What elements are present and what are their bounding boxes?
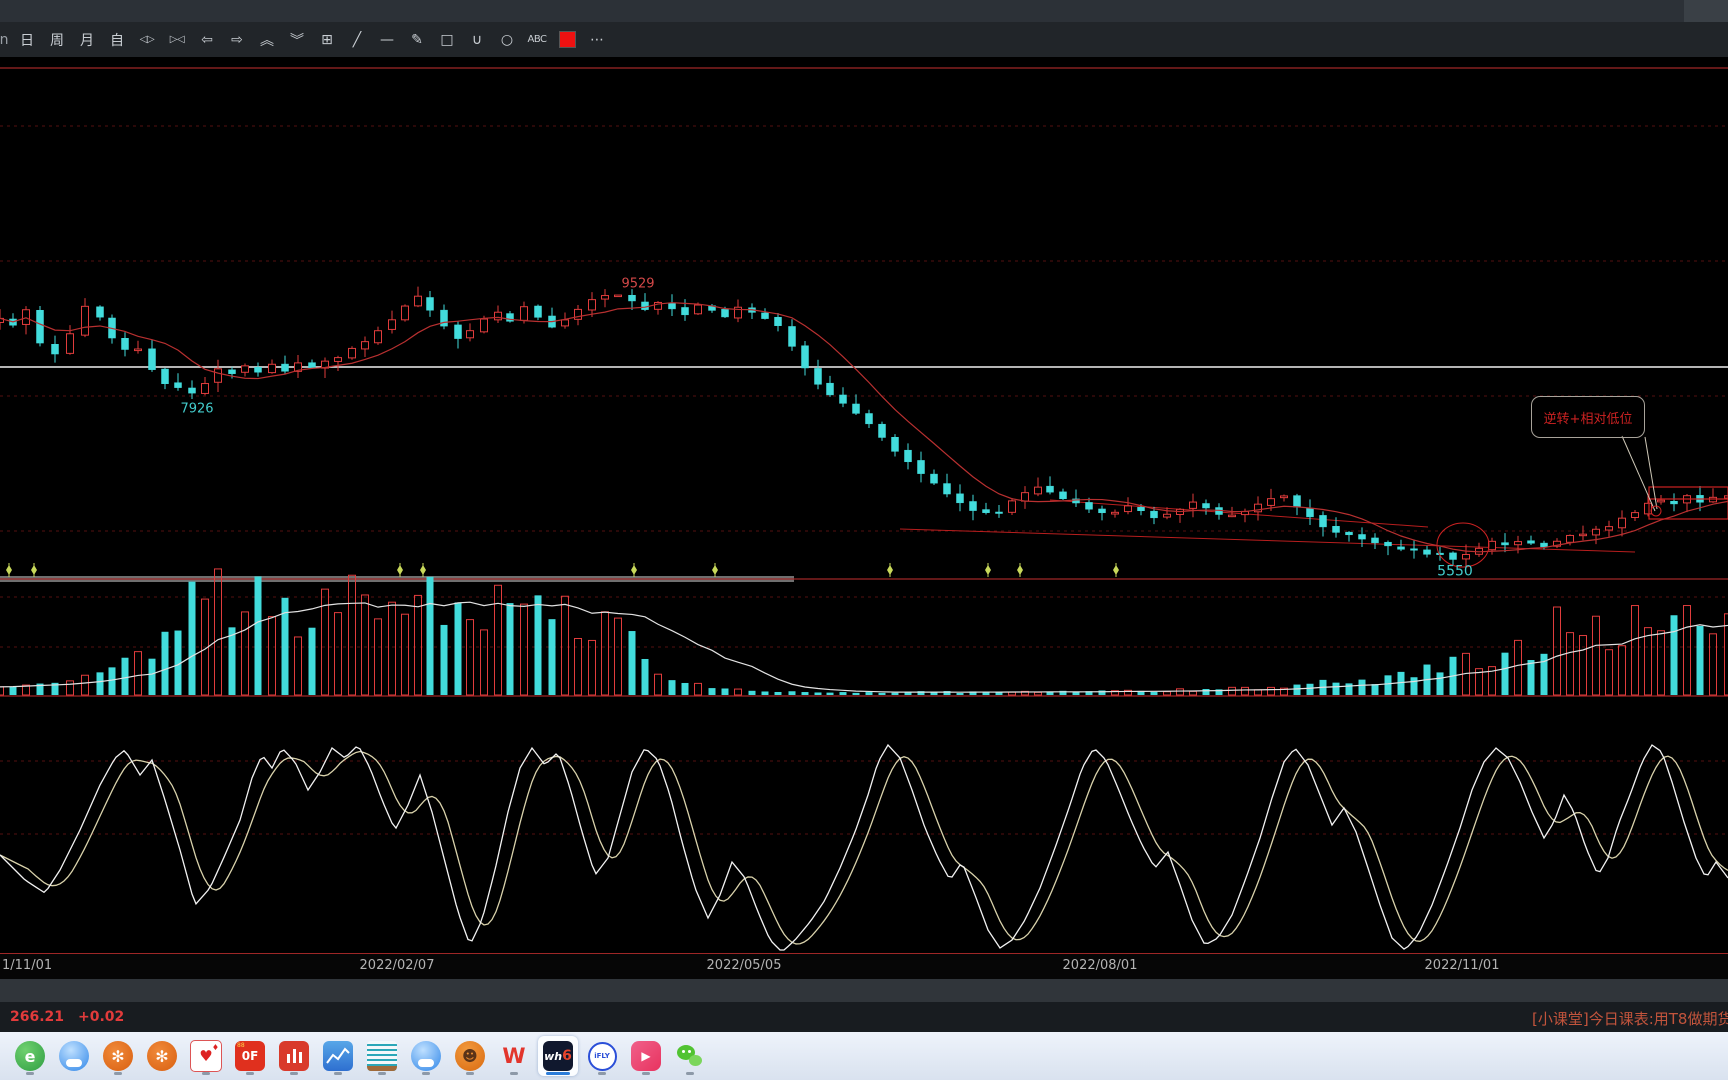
running-indicator — [378, 1072, 386, 1075]
date-label: 1/11/01 — [2, 958, 52, 973]
toolbar-text-tool[interactable]: ABC — [524, 27, 550, 53]
taskbar-video-app-button[interactable]: ▶ — [626, 1036, 666, 1076]
toolbar-more-tools[interactable]: ⋯ — [584, 27, 610, 53]
stock-of-icon: 0F88 — [235, 1041, 265, 1071]
price-label-trough-left: 7926 — [180, 403, 213, 416]
toolbar-expand-bars[interactable]: ▷◁ — [164, 27, 190, 53]
video-app-icon: ▶ — [631, 1041, 661, 1071]
taskbar-ifly-input-button[interactable]: iFLY — [582, 1036, 622, 1076]
toolbar-pan-right[interactable]: ⇨ — [224, 27, 250, 53]
taskbar-wps-button[interactable]: W — [494, 1036, 534, 1076]
price-label-peak: 9529 — [621, 278, 654, 291]
toolbar-partial-icon: n — [0, 27, 8, 53]
taskbar-stock-kline-button[interactable] — [274, 1036, 314, 1076]
running-indicator — [422, 1072, 430, 1075]
toolbar-color-swatch[interactable] — [554, 27, 580, 53]
running-indicator — [466, 1072, 474, 1075]
running-indicator — [546, 1072, 570, 1075]
windows-taskbar: e ✻ ✻ ♥♦ 0F88 ☻ Wwh6 iFLY ▶ — [0, 1032, 1728, 1080]
titlebar-highlight — [1684, 0, 1728, 22]
wps-icon: W — [499, 1041, 529, 1071]
date-label: 2022/08/01 — [1063, 958, 1138, 973]
running-indicator — [246, 1072, 254, 1075]
date-label: 2022/02/07 — [360, 958, 435, 973]
browser-blue-icon — [59, 1041, 89, 1071]
toolbar-compress-bars[interactable]: ◁▷ — [134, 27, 160, 53]
toolbar-ellipse-tool[interactable]: ○ — [494, 27, 520, 53]
notepad-icon — [367, 1041, 397, 1071]
trading-app-window: n日周月自◁▷▷◁⇦⇨︽︾⊞╱—✎□∪○ABC⋯ 9529 7926 5550 … — [0, 0, 1728, 1080]
browser-blue2-icon — [411, 1041, 441, 1071]
running-indicator — [510, 1072, 518, 1075]
running-indicator — [290, 1072, 298, 1075]
toolbar-arc-tool[interactable]: ∪ — [464, 27, 490, 53]
running-indicator — [114, 1072, 122, 1075]
bottom-separator-strip — [0, 979, 1728, 1002]
toolbar-pan-left[interactable]: ⇦ — [194, 27, 220, 53]
taskbar-wechat-button[interactable] — [670, 1036, 710, 1076]
status-bar: 266.21 +0.02 [小课堂]今日课表:用T8做期货量化交 — [0, 1002, 1728, 1032]
candlestick-chart[interactable] — [0, 0, 1728, 953]
tiger-app-icon: ☻ — [455, 1041, 485, 1071]
news-ticker[interactable]: [小课堂]今日课表:用T8做期货量化交 — [1532, 1008, 1728, 1029]
taskbar-browser-blue-button[interactable] — [54, 1036, 94, 1076]
toolbar-page-up[interactable]: ︽ — [254, 27, 280, 53]
toolbar-rectangle-tool[interactable]: □ — [434, 27, 460, 53]
taskbar-stock-of-button[interactable]: 0F88 — [230, 1036, 270, 1076]
taskbar-solitaire-button[interactable]: ♥♦ — [186, 1036, 226, 1076]
running-indicator — [598, 1072, 606, 1075]
taskbar-browser-360-button[interactable]: e — [10, 1036, 50, 1076]
window-titlebar — [0, 0, 1728, 22]
wechat-icon — [675, 1041, 705, 1071]
taskbar-wenhua-app-button[interactable]: ✻ — [98, 1036, 138, 1076]
running-indicator — [202, 1072, 210, 1075]
toolbar-period-day[interactable]: 日 — [14, 27, 40, 53]
toolbar-trendline-tool[interactable]: ╱ — [344, 27, 370, 53]
toolbar-period-week[interactable]: 周 — [44, 27, 70, 53]
browser-360-icon: e — [15, 1041, 45, 1071]
running-indicator — [26, 1072, 34, 1075]
quote-change: +0.02 — [78, 1009, 124, 1025]
wenhua-app2-icon: ✻ — [147, 1041, 177, 1071]
wh6-trading-icon: wh6 — [543, 1041, 573, 1071]
running-indicator — [642, 1072, 650, 1075]
taskbar-tiger-app-button[interactable]: ☻ — [450, 1036, 490, 1076]
date-label: 2022/11/01 — [1425, 958, 1500, 973]
drawing-toolbar: n日周月自◁▷▷◁⇦⇨︽︾⊞╱—✎□∪○ABC ⋯ — [0, 22, 1728, 57]
toolbar-horizontal-line-tool[interactable]: — — [374, 27, 400, 53]
toolbar-grid-layout[interactable]: ⊞ — [314, 27, 340, 53]
taskbar-notepad-button[interactable] — [362, 1036, 402, 1076]
ifly-input-icon: iFLY — [588, 1042, 617, 1071]
toolbar-page-down[interactable]: ︾ — [284, 27, 310, 53]
solitaire-icon: ♥♦ — [190, 1040, 222, 1072]
stock-chart-icon — [323, 1041, 353, 1071]
price-label-trough-mid: 5550 — [1437, 566, 1473, 579]
date-axis: 1/11/01 2022/02/07 2022/05/05 2022/08/01 202… — [0, 953, 1728, 979]
color-swatch-red[interactable] — [559, 31, 576, 48]
annotation-callout[interactable]: 逆转+相对低位 — [1531, 396, 1645, 438]
date-label: 2022/05/05 — [707, 958, 782, 973]
toolbar-pencil-tool[interactable]: ✎ — [404, 27, 430, 53]
quote-price: 266.21 — [10, 1009, 64, 1025]
stock-kline-icon — [279, 1041, 309, 1071]
wenhua-app-icon: ✻ — [103, 1041, 133, 1071]
running-indicator — [334, 1072, 342, 1075]
running-indicator — [686, 1072, 694, 1075]
toolbar-period-month[interactable]: 月 — [74, 27, 100, 53]
taskbar-wenhua-app2-button[interactable]: ✻ — [142, 1036, 182, 1076]
taskbar-stock-chart-button[interactable] — [318, 1036, 358, 1076]
taskbar-wh6-trading-button[interactable]: wh6 — [538, 1036, 578, 1076]
toolbar-period-custom[interactable]: 自 — [104, 27, 130, 53]
taskbar-browser-blue2-button[interactable] — [406, 1036, 446, 1076]
